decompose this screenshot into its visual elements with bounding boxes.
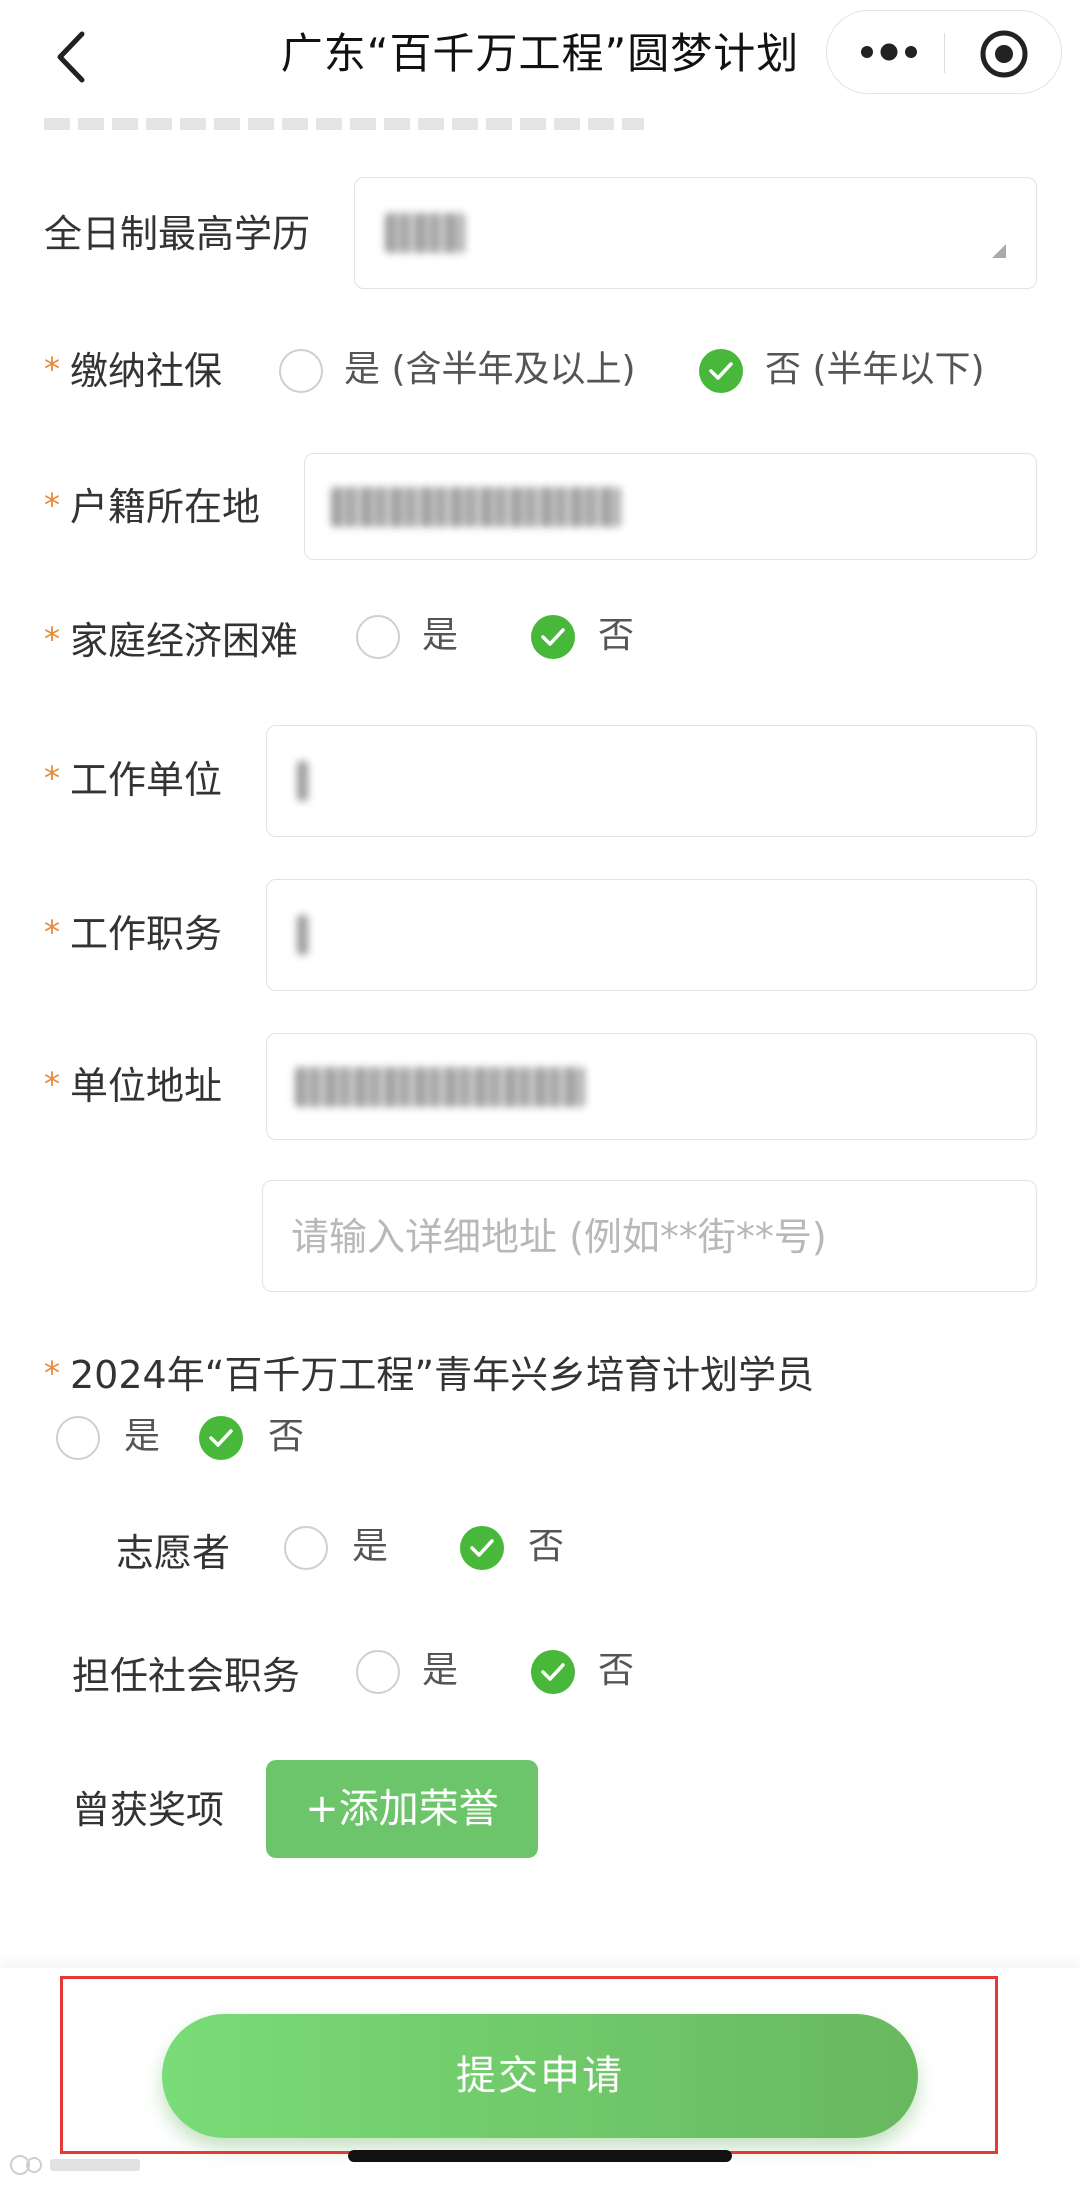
social-role-no-radio[interactable] <box>531 1650 575 1694</box>
social-role-yes-label: 是 <box>422 1650 459 1691</box>
nav-header: 广东“百千万工程”圆梦计划 <box>0 0 1080 110</box>
close-miniprogram-icon[interactable] <box>979 29 1029 79</box>
employer-label: * 工作单位 <box>44 758 223 802</box>
address-label: * 单位地址 <box>44 1064 223 1108</box>
hardship-yes-label: 是 <box>422 615 459 656</box>
blurred-value <box>331 486 621 527</box>
check-icon <box>470 1539 494 1557</box>
social-role-no-label: 否 <box>598 1650 635 1691</box>
back-icon[interactable] <box>52 30 92 84</box>
trainee-no-label: 否 <box>268 1416 305 1457</box>
select-corner-icon <box>992 244 1006 258</box>
volunteer-label: 志愿者 <box>116 1531 231 1575</box>
awards-label: 曾获奖项 <box>72 1788 225 1832</box>
blurred-value <box>385 213 465 253</box>
check-icon <box>541 1663 565 1681</box>
address-detail-input[interactable]: 请输入详细地址 (例如**街**号) <box>262 1180 1037 1292</box>
volunteer-yes-radio[interactable] <box>284 1526 328 1570</box>
home-indicator <box>348 2150 732 2162</box>
blurred-value <box>297 761 309 801</box>
volunteer-no-label: 否 <box>528 1526 565 1567</box>
check-icon <box>541 628 565 646</box>
address-region-field[interactable] <box>266 1033 1037 1140</box>
add-honor-button[interactable]: +添加荣誉 <box>266 1760 538 1858</box>
social-insurance-no-radio[interactable] <box>699 349 743 393</box>
social-insurance-label: * 缴纳社保 <box>44 349 223 393</box>
page-title: 广东“百千万工程”圆梦计划 <box>280 29 800 78</box>
trainee-no-radio[interactable] <box>199 1416 243 1460</box>
blurred-value <box>295 1066 585 1107</box>
more-icon[interactable] <box>859 35 919 69</box>
capsule-divider <box>944 33 945 73</box>
volunteer-yes-label: 是 <box>352 1526 389 1567</box>
social-insurance-no-label: 否 (半年以下) <box>765 349 985 390</box>
hardship-label: * 家庭经济困难 <box>44 619 299 663</box>
address-detail-placeholder: 请输入详细地址 (例如**街**号) <box>291 1215 827 1259</box>
miniprogram-capsule <box>826 10 1062 94</box>
social-insurance-yes-radio[interactable] <box>279 349 323 393</box>
check-icon <box>709 362 733 380</box>
position-label: * 工作职务 <box>44 912 223 956</box>
watermark <box>8 2150 148 2189</box>
blurred-value <box>297 915 309 955</box>
household-label: * 户籍所在地 <box>44 485 261 529</box>
employer-field[interactable] <box>266 725 1037 837</box>
hardship-no-radio[interactable] <box>531 615 575 659</box>
volunteer-no-radio[interactable] <box>460 1526 504 1570</box>
education-select[interactable] <box>354 177 1037 289</box>
social-role-yes-radio[interactable] <box>356 1650 400 1694</box>
hardship-yes-radio[interactable] <box>356 615 400 659</box>
cutoff-text <box>44 118 644 130</box>
position-field[interactable] <box>266 879 1037 991</box>
check-icon <box>209 1429 233 1447</box>
hardship-no-label: 否 <box>598 615 635 656</box>
social-insurance-yes-label: 是 (含半年及以上) <box>344 349 636 390</box>
household-field[interactable] <box>304 453 1037 560</box>
highlight-box <box>60 1976 998 2154</box>
trainee-yes-radio[interactable] <box>56 1416 100 1460</box>
trainee-yes-label: 是 <box>124 1416 161 1457</box>
trainee-label: * 2024年“百千万工程”青年兴乡培育计划学员 <box>44 1353 815 1397</box>
social-role-label: 担任社会职务 <box>72 1654 301 1698</box>
education-label: 全日制最高学历 <box>44 212 311 256</box>
